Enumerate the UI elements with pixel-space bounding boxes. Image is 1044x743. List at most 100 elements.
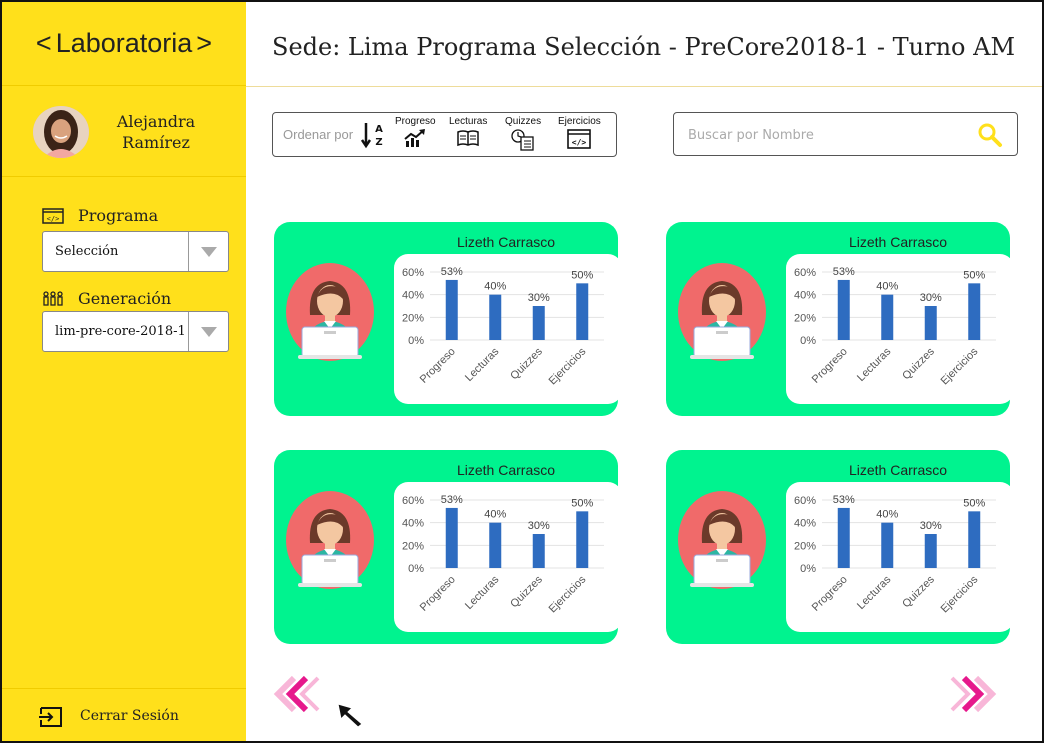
data-label: 53% [441, 494, 463, 506]
search-input[interactable] [688, 125, 968, 145]
x-tick-label: Ejercicios [547, 573, 589, 615]
y-tick-label: 40% [794, 518, 816, 530]
student-progress-chart: 0% 20% 40% 60% 53% Progreso 40% Lecturas 30% Quiz… [786, 254, 1014, 404]
bar [968, 511, 981, 568]
student-name: Lizeth Carrasco [456, 234, 556, 250]
next-page-button[interactable] [946, 674, 1002, 718]
sort-toolbar: Ordenar por AZ Progreso Lecturas Quizzes… [272, 112, 617, 157]
page-title: Sede: Lima Programa Selección - PreCore2… [272, 33, 1016, 61]
bar [489, 294, 502, 340]
x-tick-label: Quizzes [508, 573, 545, 610]
generacion-select-value: lim-pre-core-2018-1 [55, 324, 186, 339]
book-icon [457, 130, 479, 147]
user-first-name: Alejandra [116, 112, 196, 131]
logo-left-chevron: < [35, 28, 52, 58]
code-window-icon: </> [42, 207, 64, 224]
header-divider [246, 86, 1042, 87]
y-tick-label: 0% [408, 563, 424, 575]
x-tick-label: Lecturas [463, 345, 502, 384]
logout-button[interactable]: Cerrar Sesión [2, 688, 246, 741]
x-tick-label: Ejercicios [939, 573, 981, 615]
programa-label: </> Programa [42, 206, 158, 225]
data-label: 40% [484, 509, 506, 521]
x-tick-label: Progreso [810, 574, 850, 614]
previous-page-button[interactable] [272, 674, 328, 718]
sort-az-icon[interactable]: AZ [360, 121, 387, 149]
bar [576, 511, 589, 568]
svg-text:</>: </> [572, 138, 587, 147]
student-card[interactable]: Lizeth Carrasco 0% 20% 40% 60% 53% Progreso 40… [666, 222, 1014, 416]
sort-option-label: Lecturas [449, 116, 488, 127]
bar [532, 534, 545, 568]
data-label: 40% [484, 281, 506, 293]
student-card[interactable]: Lizeth Carrasco 0% 20% 40% 60% 53% Progreso 40… [666, 450, 1014, 644]
generacion-select[interactable]: lim-pre-core-2018-1 [42, 311, 229, 352]
bar [881, 294, 894, 340]
bar [968, 283, 981, 340]
user-last-name: Ramírez [122, 133, 190, 152]
x-tick-label: Lecturas [855, 345, 894, 384]
laboratoria-logo[interactable]: < Laboratoria > [2, 2, 246, 86]
y-tick-label: 40% [794, 290, 816, 302]
programa-select[interactable]: Selección [42, 231, 229, 272]
data-label: 30% [920, 292, 942, 304]
y-tick-label: 60% [794, 495, 816, 507]
chevron-down-icon[interactable] [188, 232, 228, 271]
bar [924, 306, 937, 340]
group-icon [42, 290, 64, 307]
bar-chart: 0% 20% 40% 60% 53% Progreso 40% Lecturas 30% Quiz… [794, 494, 996, 615]
data-label: 53% [833, 266, 855, 278]
student-avatar [678, 491, 766, 589]
student-name: Lizeth Carrasco [848, 462, 948, 478]
bar-chart: 0% 20% 40% 60% 53% Progreso 40% Lecturas 30% Quiz… [794, 266, 996, 387]
student-name: Lizeth Carrasco [848, 234, 948, 250]
y-tick-label: 20% [794, 540, 816, 552]
student-card[interactable]: Lizeth Carrasco 0% 20% 40% 60% 53% Progreso 40… [274, 222, 622, 416]
student-progress-chart: 0% 20% 40% 60% 53% Progreso 40% Lecturas 30% Quiz… [394, 254, 622, 404]
data-label: 30% [528, 292, 550, 304]
bar [489, 522, 502, 568]
logo-right-chevron: > [196, 28, 213, 58]
trending-up-icon [404, 129, 426, 147]
x-tick-label: Progreso [418, 574, 458, 614]
student-avatar [678, 263, 766, 361]
bar-chart: 0% 20% 40% 60% 53% Progreso 40% Lecturas 30% Quiz… [402, 494, 604, 615]
student-progress-chart: 0% 20% 40% 60% 53% Progreso 40% Lecturas 30% Quiz… [786, 482, 1014, 632]
sort-option-ejercicios[interactable]: Ejercicios </> [558, 116, 601, 149]
svg-text:A: A [375, 124, 383, 135]
svg-text:Z: Z [375, 137, 382, 148]
x-tick-label: Lecturas [855, 573, 894, 612]
sort-label: Ordenar por [283, 127, 354, 142]
programa-label-text: Programa [78, 206, 159, 225]
user-profile: Alejandra Ramírez [2, 87, 246, 177]
y-tick-label: 60% [402, 267, 424, 279]
bar [881, 522, 894, 568]
sort-option-quizzes[interactable]: Quizzes [505, 116, 541, 151]
bar [532, 306, 545, 340]
y-tick-label: 20% [402, 312, 424, 324]
student-avatar [286, 491, 374, 589]
search-icon[interactable] [977, 122, 1003, 148]
search-box [673, 112, 1018, 156]
data-label: 53% [441, 266, 463, 278]
bar [576, 283, 589, 340]
user-avatar[interactable] [33, 106, 89, 158]
sort-option-label: Quizzes [505, 116, 542, 127]
y-tick-label: 40% [402, 518, 424, 530]
student-name: Lizeth Carrasco [456, 462, 556, 478]
student-progress-chart: 0% 20% 40% 60% 53% Progreso 40% Lecturas 30% Quiz… [394, 482, 622, 632]
chevron-down-icon[interactable] [188, 312, 228, 351]
data-label: 50% [963, 497, 985, 509]
generacion-label-text: Generación [78, 289, 172, 308]
y-tick-label: 20% [402, 540, 424, 552]
student-card[interactable]: Lizeth Carrasco 0% 20% 40% 60% 53% Progreso 40… [274, 450, 622, 644]
logout-icon [39, 706, 63, 728]
data-label: 30% [528, 520, 550, 532]
user-name: Alejandra Ramírez [102, 111, 210, 153]
sort-option-lecturas[interactable]: Lecturas [449, 116, 487, 147]
y-tick-label: 60% [402, 495, 424, 507]
logo-text: Laboratoria [55, 28, 193, 58]
sidebar: < Laboratoria > Alejandra Ramírez </> Pr… [2, 2, 246, 741]
double-chevron-right-icon [950, 675, 997, 713]
sort-option-progreso[interactable]: Progreso [395, 116, 436, 147]
